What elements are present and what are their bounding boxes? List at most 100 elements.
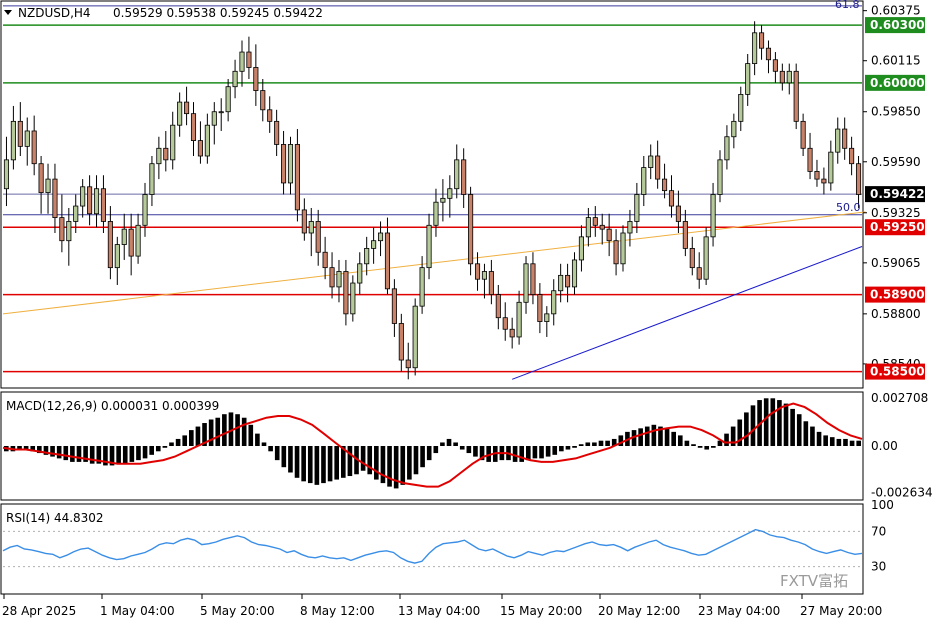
candle-body: [565, 274, 571, 288]
candle-body: [315, 221, 321, 253]
candle-body: [66, 221, 72, 242]
macd-histogram-bar: [605, 440, 610, 446]
macd-y-tick-label: 0.00: [871, 439, 898, 453]
macd-histogram-bar: [803, 421, 809, 446]
macd-histogram-bar: [89, 446, 95, 464]
candle-body: [495, 294, 501, 319]
price-y-tick-label: 0.60115: [871, 54, 921, 68]
candle-body: [17, 120, 23, 147]
macd-histogram-bar: [241, 417, 247, 446]
ohlc-label: 0.59529 0.59538 0.59245 0.59422: [113, 6, 323, 20]
candle-body: [835, 128, 841, 153]
candle-body: [10, 120, 16, 161]
macd-histogram-bar: [407, 446, 412, 480]
price-y-tick-label: 0.59590: [871, 155, 921, 169]
macd-histogram-bar: [849, 440, 855, 446]
level-price-label: 0.60300: [870, 18, 925, 32]
rsi-y-tick-label: 100: [871, 498, 894, 512]
symbol-dropdown-icon[interactable]: [4, 10, 12, 15]
candle-body: [530, 263, 536, 295]
macd-histogram-bar: [592, 442, 597, 446]
macd-histogram-bar: [387, 446, 392, 487]
candle-body: [211, 111, 217, 126]
candle-body: [204, 124, 210, 157]
macd-histogram-bar: [400, 446, 406, 485]
candle-body: [752, 32, 758, 64]
candle-body: [87, 186, 93, 215]
macd-histogram-bar: [466, 446, 472, 454]
x-tick-label: 1 May 04:00: [100, 604, 175, 618]
candle-body: [336, 271, 342, 288]
candle-body: [807, 147, 813, 172]
candle-body: [197, 140, 203, 157]
candle-body: [613, 240, 619, 265]
candle-body: [52, 178, 58, 219]
macd-histogram-bar: [691, 444, 696, 446]
macd-histogram-bar: [208, 419, 214, 446]
macd-histogram-bar: [380, 446, 386, 484]
candle-body: [710, 194, 716, 238]
macd-histogram-bar: [843, 438, 848, 446]
level-price-label: 0.60000: [870, 76, 925, 90]
macd-histogram-bar: [235, 414, 240, 446]
candle-body: [412, 305, 418, 369]
macd-histogram-bar: [367, 446, 373, 475]
macd-histogram-bar: [796, 414, 802, 446]
macd-histogram-bar: [162, 446, 168, 448]
candle-body: [24, 130, 30, 147]
macd-histogram-bar: [215, 417, 221, 446]
candle-body: [634, 194, 640, 222]
macd-histogram-bar: [347, 446, 353, 477]
current-price-label: 0.59422: [870, 187, 925, 201]
candle-body: [267, 109, 273, 122]
macd-histogram-bar: [175, 438, 181, 446]
candle-body: [675, 205, 681, 222]
candle-body: [322, 251, 328, 269]
candle-body: [599, 224, 605, 230]
candle-body: [578, 236, 584, 261]
candle-body: [107, 221, 113, 269]
macd-histogram-bar: [189, 430, 194, 446]
candle-body: [668, 190, 675, 207]
candle-body: [745, 63, 751, 95]
candle-body: [682, 221, 688, 249]
candle-body: [281, 144, 287, 184]
macd-histogram-bar: [413, 446, 419, 475]
macd-histogram-bar: [790, 408, 795, 446]
candle-body: [294, 144, 300, 211]
trendline: [511, 246, 863, 380]
macd-histogram-bar: [70, 446, 75, 462]
macd-histogram-bar: [572, 446, 577, 448]
candle-body: [128, 228, 134, 257]
macd-histogram-bar: [552, 446, 558, 455]
macd-histogram-bar: [76, 446, 82, 462]
rsi-y-tick-label: 30: [871, 560, 886, 574]
candle-body: [142, 194, 148, 226]
price-y-tick-label: 0.59325: [871, 206, 921, 220]
macd-histogram-bar: [856, 440, 862, 446]
candle-body: [73, 205, 79, 222]
macd-histogram-bar: [274, 446, 280, 461]
candle-body: [287, 144, 294, 184]
candle-body: [821, 178, 827, 184]
candle-body: [488, 271, 494, 296]
macd-histogram-bar: [559, 446, 564, 452]
candle-body: [689, 247, 695, 269]
macd-histogram-bar: [459, 446, 465, 450]
macd-histogram-bar: [677, 435, 683, 446]
candle-body: [93, 188, 100, 215]
candle-body: [121, 228, 127, 245]
candle-body: [135, 224, 141, 257]
macd-histogram-bar: [248, 424, 254, 446]
axes-layer: 0.60375 0.60115 0.59850 0.59590 0.59325 0.590…: [2, 4, 933, 618]
macd-histogram-bar: [473, 446, 478, 457]
rsi-layer: [2, 528, 863, 568]
macd-histogram-bar: [770, 398, 776, 446]
x-tick-label: 27 May 20:00: [800, 604, 882, 618]
candle-body: [308, 221, 314, 234]
candle-body: [814, 170, 820, 180]
chart-svg: 0.60375 0.60115 0.59850 0.59590 0.59325 0.590…: [0, 0, 933, 618]
macd-histogram-bar: [63, 446, 69, 461]
macd-histogram-bar: [664, 428, 670, 446]
candle-body: [170, 124, 176, 161]
